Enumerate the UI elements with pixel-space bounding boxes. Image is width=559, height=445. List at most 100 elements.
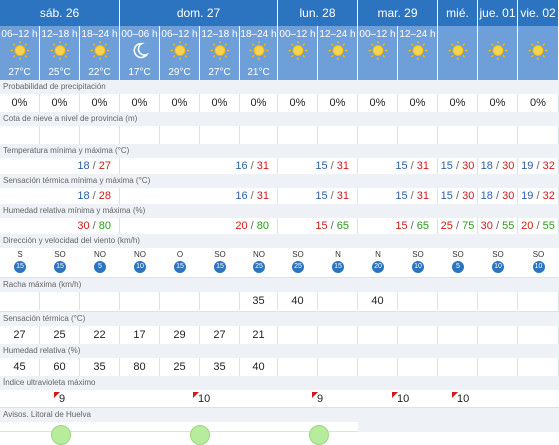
thermal-empty [278,326,318,344]
precip-value: 0% [478,94,518,112]
snow-value [438,126,478,144]
sun-icon [528,41,548,66]
precip-value: 0% [160,94,200,112]
sun-icon [488,41,508,66]
wind-direction: S [17,250,23,259]
wind-cell: SO 25 [278,250,318,273]
period-label: 12–24 h [319,29,356,40]
period-label: 06–12 h [1,29,38,40]
gust-value [438,292,478,310]
thermal-empty [398,326,438,344]
thermal-empty [358,326,398,344]
min-value: 18 [77,190,90,202]
max-value: 65 [336,220,349,232]
min-value: 15 [315,160,328,172]
moon-icon [131,42,149,65]
period-cell: 18–24 h 21°C [240,26,278,80]
period-cell: 06–12 h 29°C [160,26,200,80]
snow-value [240,126,278,144]
day-header[interactable]: mié. 30 [438,0,478,46]
minmax-cell: 15 / 31 [358,158,438,174]
relhum-value: 80 [120,358,160,376]
max-value: 28 [98,190,111,202]
max-value: 31 [416,190,429,202]
day-header[interactable]: lun. 28 [278,0,358,26]
snow-value [0,126,40,144]
snow-value [518,126,559,144]
section-label: Humedad relativa mínima y máxima (%) [0,204,559,218]
section-label: Temperatura mínima y máxima (°C) [0,144,559,158]
max-value: 75 [462,220,475,232]
min-value: 25 [440,220,453,232]
max-value: 31 [336,190,349,202]
wind-cell: O 15 [160,250,200,273]
sun-icon [50,41,70,66]
max-value: 80 [256,220,269,232]
max-value: 30 [502,190,515,202]
thermal-empty [518,326,559,344]
wind-speed-badge: 5 [452,261,464,273]
wind-cell: SO 10 [478,250,518,273]
period-temperature: 25°C [48,67,71,78]
period-cell: 12–18 h 27°C [200,26,240,80]
max-value: 65 [416,220,429,232]
no-warning-area [358,422,559,432]
wind-speed-badge: 25 [292,261,304,273]
minmax-cell: 19 / 32 [518,188,559,204]
sun-icon [210,41,230,66]
max-value: 55 [502,220,515,232]
wind-cell: SO 5 [438,250,478,273]
day-header[interactable]: vie. 02 [518,0,559,26]
minmax-cell: 25 / 75 [438,218,478,234]
snow-value [200,126,240,144]
warning-green-icon[interactable] [190,425,210,445]
max-value: 32 [542,160,555,172]
wind-speed-badge: 15 [54,261,66,273]
snow-value [398,126,438,144]
wind-direction: SO [292,250,304,259]
minmax-cell: 18 / 27 [0,158,120,174]
wind-speed-badge: 10 [134,261,146,273]
period-cell: 18–24 h 22°C [80,26,120,80]
sun-icon [90,41,110,66]
thermal-value: 17 [120,326,160,344]
min-value: 19 [521,160,534,172]
period-label: 12–18 h [201,29,238,40]
min-value: 15 [395,160,408,172]
snow-value [278,126,318,144]
snow-value [80,126,120,144]
day-header[interactable]: dom. 27 [120,0,278,26]
precip-value: 0% [318,94,358,112]
relhum-value: 40 [240,358,278,376]
section-label: Humedad relativa (%) [0,344,559,358]
relhum-value: 60 [40,358,80,376]
wind-direction: SO [214,250,226,259]
warning-green-icon[interactable] [51,425,71,445]
min-value: 30 [480,220,493,232]
precip-value: 0% [120,94,160,112]
max-value: 30 [462,160,475,172]
wind-speed-badge: 15 [332,261,344,273]
min-value: 15 [315,190,328,202]
max-value: 27 [98,160,111,172]
wind-speed-badge: 25 [253,261,265,273]
day-header[interactable]: sáb. 26 [0,0,120,26]
period-cell [478,26,518,80]
precip-value: 0% [40,94,80,112]
day-header[interactable]: mar. 29 [358,0,438,26]
thermal-value: 22 [80,326,120,344]
min-value: 18 [480,190,493,202]
period-cell [438,26,478,80]
period-label: 06–12 h [161,29,198,40]
period-label: 18–24 h [81,29,118,40]
gust-value [0,292,40,310]
sun-icon [368,41,388,66]
day-header[interactable]: jue. 01 [478,0,518,26]
warning-green-icon[interactable] [309,425,329,445]
wind-direction: NO [253,250,265,259]
section-label: Cota de nieve a nivel de provincia (m) [0,112,559,126]
min-value: 19 [521,190,534,202]
minmax-cell: 19 / 32 [518,158,559,174]
uv-value: 10 [457,393,470,405]
wind-speed-badge: 10 [492,261,504,273]
